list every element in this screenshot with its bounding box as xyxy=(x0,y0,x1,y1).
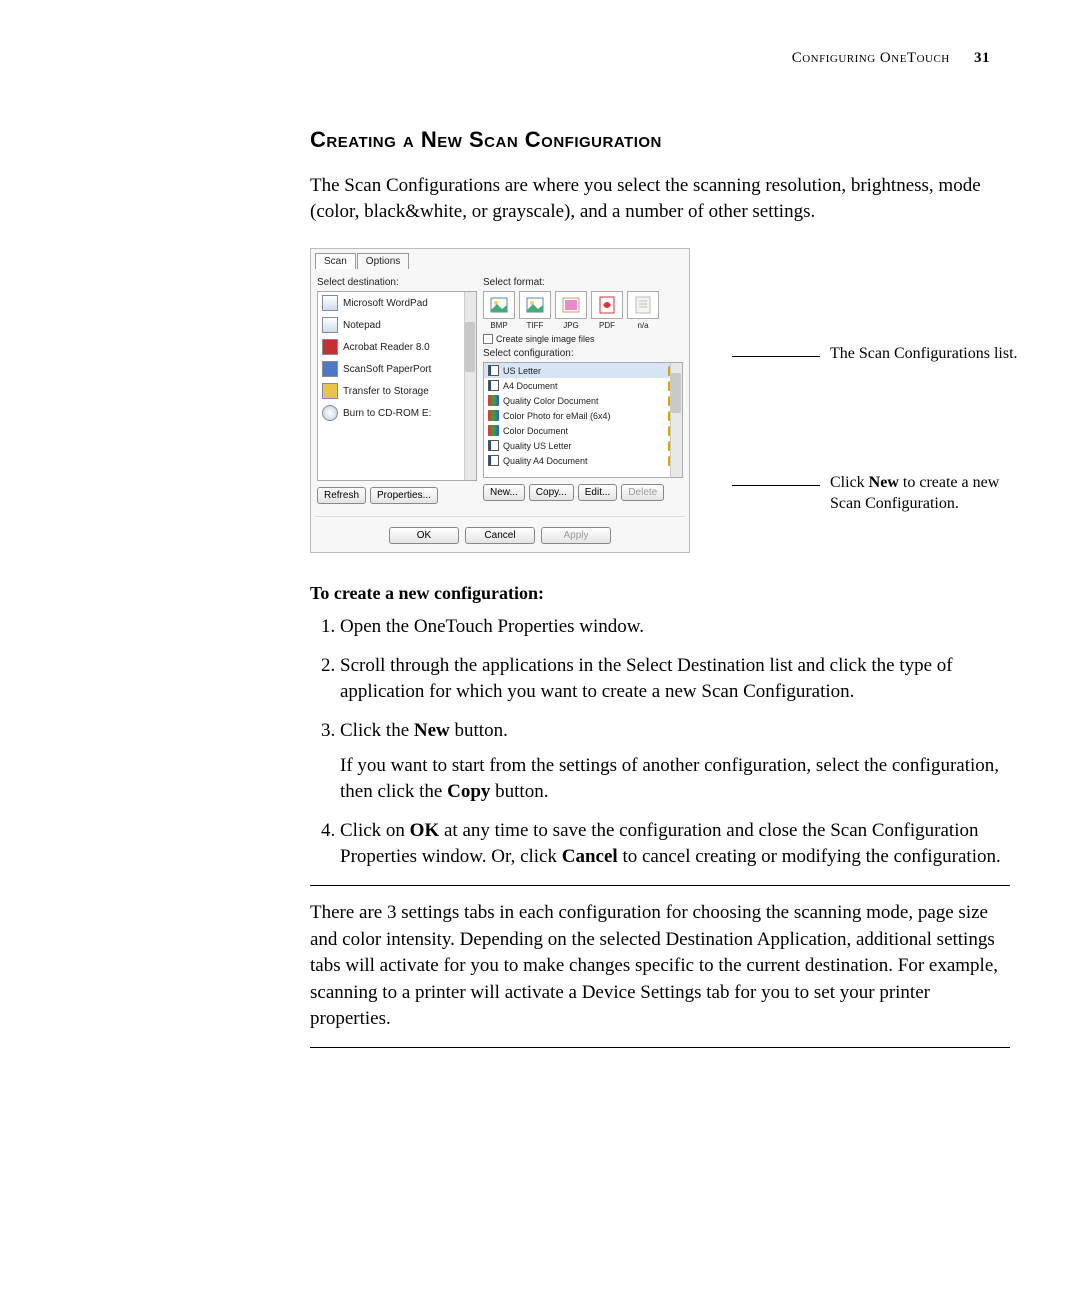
closing-paragraph: There are 3 settings tabs in each config… xyxy=(310,900,1010,1033)
format-pdf[interactable] xyxy=(591,291,623,319)
format-na[interactable] xyxy=(627,291,659,319)
destination-list[interactable]: Microsoft WordPad Notepad Acrobat Reader… xyxy=(317,291,477,481)
color-icon xyxy=(488,425,499,436)
color-icon xyxy=(488,410,499,421)
list-item[interactable]: Notepad xyxy=(318,314,476,336)
list-item[interactable]: Microsoft WordPad xyxy=(318,292,476,314)
new-button[interactable]: New... xyxy=(483,484,525,501)
intro-paragraph: The Scan Configurations are where you se… xyxy=(310,173,1010,224)
step-4: Click on OK at any time to save the conf… xyxy=(340,818,1010,871)
tab-scan[interactable]: Scan xyxy=(315,253,356,269)
list-item[interactable]: US Letter xyxy=(484,363,682,378)
apply-button[interactable]: Apply xyxy=(541,527,611,544)
section-title: Creating a New Scan Configuration xyxy=(310,127,1010,153)
page-icon xyxy=(488,440,499,451)
running-head: Configuring OneTouch xyxy=(792,50,950,66)
refresh-button[interactable]: Refresh xyxy=(317,487,366,504)
list-item[interactable]: Quality Color Document xyxy=(484,393,682,408)
properties-button[interactable]: Properties... xyxy=(370,487,438,504)
divider xyxy=(310,885,1010,886)
wordpad-icon xyxy=(322,295,338,311)
page-icon xyxy=(488,380,499,391)
list-item[interactable]: Acrobat Reader 8.0 xyxy=(318,336,476,358)
format-label: JPG xyxy=(555,321,587,330)
paperport-icon xyxy=(322,361,338,377)
storage-icon xyxy=(322,383,338,399)
label-configuration: Select configuration: xyxy=(483,348,683,359)
label-destination: Select destination: xyxy=(317,277,477,288)
edit-button[interactable]: Edit... xyxy=(578,484,618,501)
callout-line xyxy=(732,485,820,486)
list-item[interactable]: Color Photo for eMail (6x4) xyxy=(484,408,682,423)
page-icon xyxy=(488,455,499,466)
format-label: n/a xyxy=(627,321,659,330)
single-image-label: Create single image files xyxy=(496,334,595,344)
list-item[interactable]: Quality A4 Document xyxy=(484,453,682,468)
format-label: BMP xyxy=(483,321,515,330)
format-bmp[interactable] xyxy=(483,291,515,319)
list-item[interactable]: Burn to CD-ROM E: xyxy=(318,402,476,424)
ok-button[interactable]: OK xyxy=(389,527,459,544)
single-image-checkbox[interactable] xyxy=(483,334,493,344)
steps-list: Open the OneTouch Properties window. Scr… xyxy=(310,614,1010,871)
callout-line xyxy=(732,356,820,357)
list-item[interactable]: ScanSoft PaperPort xyxy=(318,358,476,380)
onetouch-dialog: Scan Options Select destination: Microso… xyxy=(310,248,690,553)
format-jpg[interactable] xyxy=(555,291,587,319)
list-item[interactable]: Color Document xyxy=(484,423,682,438)
cd-icon xyxy=(322,405,338,421)
subheading: To create a new configuration: xyxy=(310,583,1010,604)
scrollbar[interactable] xyxy=(670,363,682,477)
format-label: TIFF xyxy=(519,321,551,330)
delete-button[interactable]: Delete xyxy=(621,484,664,501)
step-2: Scroll through the applications in the S… xyxy=(340,653,1010,706)
acrobat-icon xyxy=(322,339,338,355)
step-3: Click the New button. If you want to sta… xyxy=(340,718,1010,806)
page-icon xyxy=(488,365,499,376)
screenshot-figure: Scan Options Select destination: Microso… xyxy=(310,248,1010,553)
configuration-list[interactable]: US Letter A4 Document Quality Color Docu… xyxy=(483,362,683,478)
tab-options[interactable]: Options xyxy=(357,253,409,269)
color-icon xyxy=(488,395,499,406)
label-format: Select format: xyxy=(483,277,683,288)
copy-button[interactable]: Copy... xyxy=(529,484,574,501)
page-number: 31 xyxy=(974,50,990,66)
callout-new-button: Click New to create a new Scan Configura… xyxy=(830,473,1030,515)
list-item[interactable]: Transfer to Storage xyxy=(318,380,476,402)
divider xyxy=(310,1047,1010,1048)
scrollbar[interactable] xyxy=(464,292,476,480)
step-1: Open the OneTouch Properties window. xyxy=(340,614,1010,641)
notepad-icon xyxy=(322,317,338,333)
list-item[interactable]: A4 Document xyxy=(484,378,682,393)
format-label: PDF xyxy=(591,321,623,330)
page-header: Configuring OneTouch 31 xyxy=(90,50,990,67)
list-item[interactable]: Quality US Letter xyxy=(484,438,682,453)
cancel-button[interactable]: Cancel xyxy=(465,527,535,544)
callout-config-list: The Scan Configurations list. xyxy=(830,344,1030,365)
format-tiff[interactable] xyxy=(519,291,551,319)
